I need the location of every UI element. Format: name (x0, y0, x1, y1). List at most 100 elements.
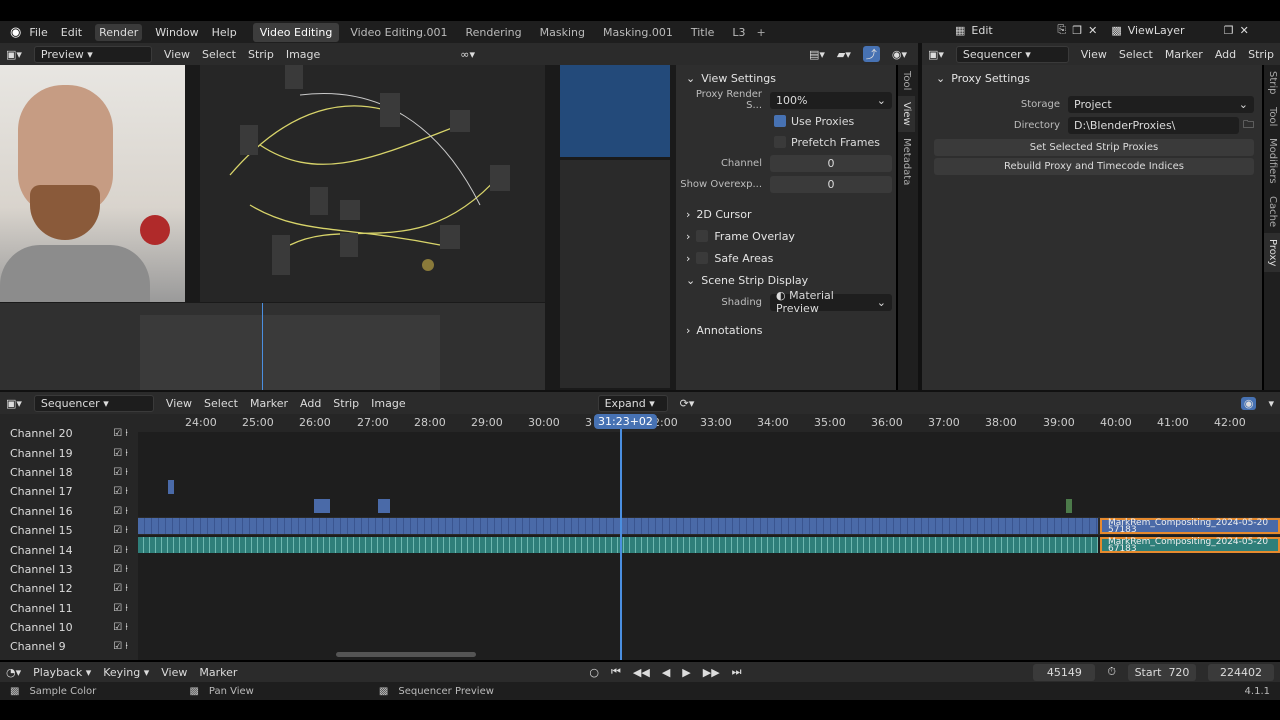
proxy-menu-strip[interactable]: Strip (1248, 48, 1274, 61)
pin-icon[interactable]: ⎘ (1057, 23, 1066, 37)
seq-menu-add[interactable]: Add (300, 397, 321, 410)
preview-menu-image[interactable]: Image (286, 48, 320, 61)
storage-dropdown[interactable]: Project ⌄ (1068, 95, 1254, 113)
tab-proxy[interactable]: Proxy (1264, 232, 1280, 273)
editor-type-icon[interactable]: ◔▾ (6, 666, 21, 679)
cursor-2d-panel-header[interactable]: › 2D Cursor (680, 203, 892, 225)
use-proxies-checkbox[interactable] (774, 115, 786, 127)
prefetch-frames-row[interactable]: Prefetch Frames (680, 132, 892, 152)
preview-canvas[interactable] (0, 65, 676, 390)
proxy-menu-add[interactable]: Add (1215, 48, 1236, 61)
current-frame-field[interactable]: 45149 (1033, 663, 1096, 681)
show-overexposed-field[interactable]: 0 (770, 175, 892, 193)
jump-start-icon[interactable]: ⏮ (611, 665, 621, 679)
proxy-menu-view[interactable]: View (1081, 48, 1107, 61)
next-keyframe-icon[interactable]: ▶▶ (703, 666, 720, 679)
play-reverse-icon[interactable]: ◀ (662, 666, 670, 679)
marker-menu[interactable]: Marker (199, 666, 237, 679)
end-frame-field[interactable]: 224402 (1208, 663, 1274, 681)
add-workspace-icon[interactable]: + (757, 26, 766, 39)
use-proxies-row[interactable]: Use Proxies (680, 111, 892, 131)
menu-help[interactable]: Help (212, 26, 237, 39)
jump-end-icon[interactable]: ⏭ (732, 665, 742, 679)
seq-menu-view[interactable]: View (166, 397, 192, 410)
frame-overlay-panel-header[interactable]: › Frame Overlay (680, 225, 892, 247)
menu-render[interactable]: Render (95, 23, 143, 41)
tab-cache[interactable]: Cache (1264, 190, 1280, 233)
overlay-dropdown-icon[interactable]: ▾ (1268, 397, 1274, 410)
editor-type-icon[interactable]: ▣▾ (6, 48, 22, 61)
view-layer-icon[interactable]: ▩ (1111, 24, 1121, 37)
scene-selector[interactable]: Edit (971, 24, 1051, 37)
sequencer-mode-dropdown[interactable]: Sequencer ▾ (33, 394, 154, 412)
close-icon[interactable]: ✕ (1088, 24, 1097, 37)
play-icon[interactable]: ▶ (682, 666, 690, 679)
channel-checkbox-lock-icon[interactable]: ☑ ⍿ (113, 622, 128, 633)
channel-checkbox-lock-icon[interactable]: ☑ ⍿ (113, 506, 128, 517)
view-layer-selector[interactable]: ViewLayer (1128, 24, 1218, 37)
current-time-indicator[interactable]: 31:23+02 (594, 414, 657, 429)
copy-layer-icon[interactable]: ❐ (1224, 24, 1234, 37)
channel-row[interactable]: Channel 14 ☑ ⍿ (0, 540, 138, 559)
strip-channel-17[interactable] (168, 480, 174, 494)
channel-checkbox-lock-icon[interactable]: ☑ ⍿ (113, 583, 128, 594)
preview-menu-select[interactable]: Select (202, 48, 236, 61)
keying-menu[interactable]: Keying ▾ (103, 666, 149, 679)
expand-dropdown[interactable]: Expand ▾ (597, 394, 668, 412)
channel-row[interactable]: Channel 13 ☑ ⍿ (0, 560, 138, 579)
editor-type-icon[interactable]: ▣▾ (6, 397, 22, 410)
scrollbar[interactable] (336, 652, 476, 657)
proxy-area-mode-dropdown[interactable]: Sequencer ▾ (955, 45, 1069, 63)
tab-video-editing[interactable]: Video Editing (252, 22, 340, 42)
channel-checkbox-lock-icon[interactable]: ☑ ⍿ (113, 545, 128, 556)
folder-icon[interactable]: 🗀 (1243, 116, 1254, 135)
view-menu[interactable]: View (161, 666, 187, 679)
tab-masking[interactable]: Masking (533, 23, 592, 42)
sequencer-timeline[interactable]: MarkRem_Compositing_2024-05-20 57183 Mark… (138, 414, 1280, 660)
prefetch-frames-checkbox[interactable] (774, 136, 786, 148)
selected-strip-a[interactable]: MarkRem_Compositing_2024-05-20 57183 (1100, 518, 1280, 535)
menu-edit[interactable]: Edit (61, 26, 82, 39)
channel-checkbox-lock-icon[interactable]: ☑ ⍿ (113, 448, 128, 459)
proxy-menu-select[interactable]: Select (1119, 48, 1153, 61)
channel-row[interactable]: Channel 20 ☑ ⍿ (0, 424, 138, 443)
proxy-menu-marker[interactable]: Marker (1165, 48, 1203, 61)
safe-areas-panel-header[interactable]: › Safe Areas (680, 247, 892, 269)
editor-type-icon[interactable]: ▣▾ (928, 48, 944, 61)
channel-row[interactable]: Channel 10 ☑ ⍿ (0, 618, 138, 637)
seq-menu-strip[interactable]: Strip (333, 397, 359, 410)
channels-icon[interactable]: ▰▾ (837, 48, 851, 61)
playback-menu[interactable]: Playback ▾ (33, 666, 91, 679)
channel-row[interactable]: Channel 18 ☑ ⍿ (0, 463, 138, 482)
gizmo-icon[interactable]: ⤴ (862, 46, 880, 62)
seq-menu-marker[interactable]: Marker (250, 397, 288, 410)
record-icon[interactable]: ○ (589, 666, 599, 679)
tab-metadata[interactable]: Metadata (898, 132, 915, 191)
strip-channel-16-b[interactable] (378, 499, 390, 513)
channel-row[interactable]: Channel 11 ☑ ⍿ (0, 599, 138, 618)
blender-logo-icon[interactable]: ◉ (10, 25, 21, 40)
prev-keyframe-icon[interactable]: ◀◀ (633, 666, 650, 679)
playhead-line[interactable] (620, 414, 622, 660)
tab-title[interactable]: Title (684, 23, 722, 42)
channel-checkbox-lock-icon[interactable]: ☑ ⍿ (113, 428, 128, 439)
copy-icon[interactable]: ❐ (1072, 24, 1082, 37)
safe-areas-checkbox[interactable] (696, 252, 709, 264)
annotations-panel-header[interactable]: › Annotations (680, 319, 892, 341)
channel-row[interactable]: Channel 9 ☑ ⍿ (0, 637, 138, 656)
scene-icon[interactable]: ▦ (955, 24, 965, 37)
close-layer-icon[interactable]: ✕ (1240, 24, 1249, 37)
strip-channel-16-c[interactable] (1066, 499, 1072, 513)
tab-rendering[interactable]: Rendering (458, 23, 528, 42)
snap-icon[interactable]: ⟳▾ (680, 397, 695, 410)
strip-channel-16-a[interactable] (314, 499, 330, 513)
tab-tool[interactable]: Tool (1264, 101, 1280, 132)
menu-file[interactable]: File (29, 26, 47, 39)
video-strips-channel-15[interactable] (138, 518, 1098, 534)
pivot-icon[interactable]: ∞▾ (460, 48, 475, 61)
tab-strip[interactable]: Strip (1264, 65, 1280, 101)
tab-l3[interactable]: L3 (725, 23, 752, 42)
selected-strip-b[interactable]: MarkRem_Compositing_2024-05-20 67183 (1100, 537, 1280, 554)
seq-menu-image[interactable]: Image (371, 397, 405, 410)
seq-menu-select[interactable]: Select (204, 397, 238, 410)
